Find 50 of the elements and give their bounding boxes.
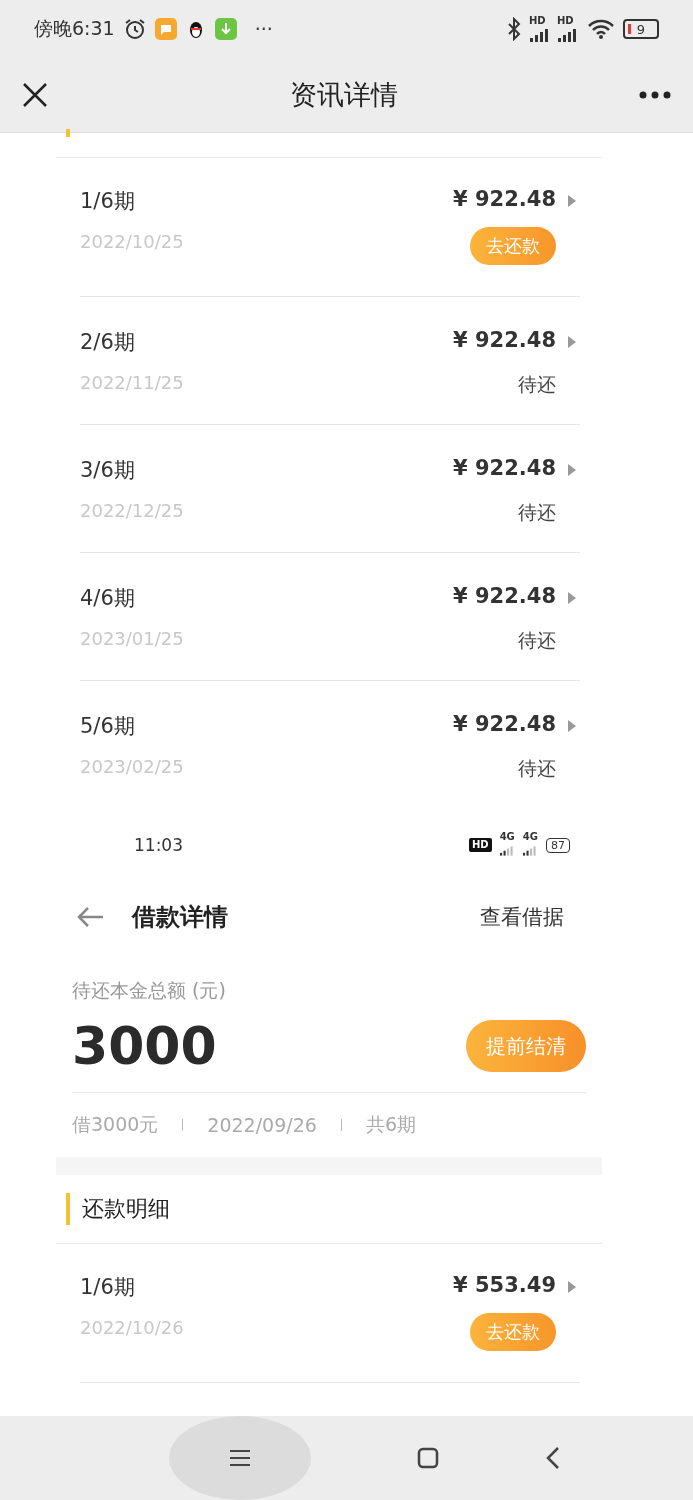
installment-amount: ¥ 922.48 [453, 583, 556, 610]
installment-period: 2/6期 [80, 329, 136, 356]
chevron-right-icon[interactable] [568, 195, 576, 207]
close-icon[interactable] [22, 82, 48, 108]
page-title: 借款详情 [132, 902, 229, 933]
loan-info: 共6期 [365, 1112, 416, 1137]
payment-status: 待还 [518, 628, 556, 653]
section-title: 还款明细 [82, 1195, 170, 1223]
installment-amount: ¥ 922.48 [453, 711, 556, 738]
menu-icon[interactable] [229, 1449, 252, 1467]
payment-status: 待还 [518, 500, 556, 525]
installment-period: 5/6期 [80, 713, 136, 740]
chat-app-icon[interactable] [154, 18, 177, 40]
repay-button[interactable]: 去还款 [470, 1313, 556, 1351]
principal-amount: 3000 [72, 1016, 217, 1076]
principal-label: 待还本金总额 (元) [72, 978, 227, 1003]
early-settlement-button[interactable]: 提前结清 [466, 1020, 586, 1072]
installment-amount: ¥ 922.48 [453, 327, 556, 354]
chevron-right-icon[interactable] [568, 1281, 576, 1293]
loan-info: 2022/09/26 [207, 1114, 317, 1136]
payment-status: 待还 [518, 372, 556, 397]
home-icon[interactable] [417, 1447, 440, 1469]
back-icon[interactable] [545, 1446, 560, 1470]
wifi-icon [587, 19, 615, 39]
installment-period: 1/6期 [80, 188, 136, 215]
chevron-right-icon[interactable] [568, 592, 576, 604]
installment-period: 4/6期 [80, 585, 136, 612]
payment-status: 待还 [518, 756, 556, 781]
more-notifications: ··· [254, 18, 273, 40]
chevron-right-icon[interactable] [568, 720, 576, 732]
installment-period: 1/6期 [80, 1274, 136, 1301]
battery-indicator: 9 [623, 19, 659, 39]
loan-info: 借3000元 [72, 1112, 159, 1137]
installment-period: 3/6期 [80, 457, 136, 484]
installment-amount: ¥ 922.48 [453, 455, 556, 482]
download-icon[interactable] [214, 18, 237, 40]
more-icon[interactable] [639, 91, 671, 99]
status-time: 11:03 [134, 835, 183, 855]
bluetooth-icon [507, 17, 521, 41]
installment-amount: ¥ 553.49 [453, 1272, 556, 1299]
status-time: 傍晚6:31 [34, 16, 115, 41]
view-loan-receipt-link[interactable]: 查看借据 [480, 903, 564, 931]
chevron-right-icon[interactable] [568, 464, 576, 476]
back-arrow-icon[interactable] [76, 906, 104, 928]
battery-indicator: 87 [546, 837, 570, 853]
hd-badge: HD [469, 838, 492, 852]
installment-amount: ¥ 922.48 [453, 186, 556, 213]
repay-button[interactable]: 去还款 [470, 227, 556, 265]
chevron-right-icon[interactable] [568, 336, 576, 348]
page-title: 资讯详情 [288, 78, 399, 112]
